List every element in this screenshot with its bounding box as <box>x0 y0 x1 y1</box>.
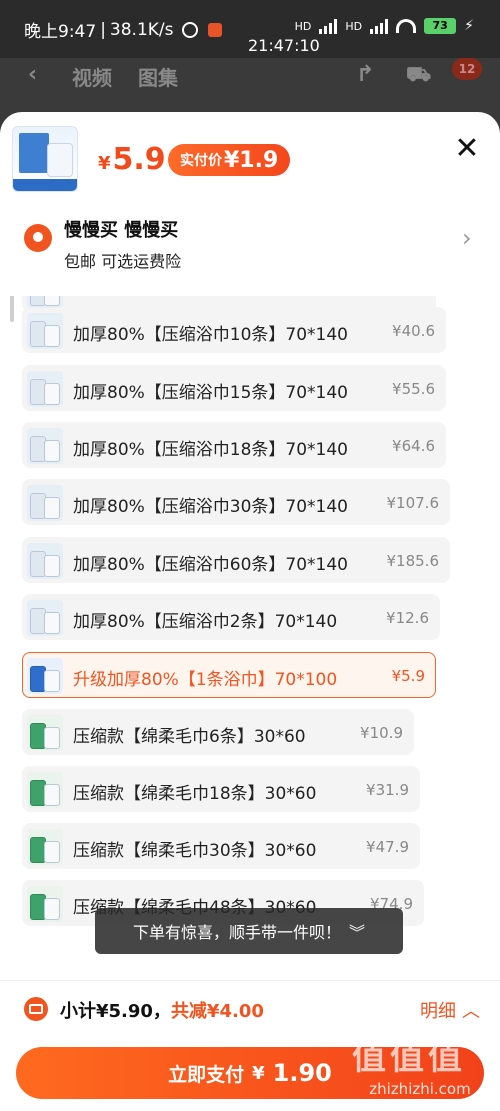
variant-label: 加厚80%【压缩浴巾10条】70*140 <box>73 325 348 345</box>
variant-option-partial[interactable] <box>22 296 436 312</box>
actual-price-label: 实付价 <box>180 153 222 169</box>
subtotal-text: 小计¥5.90， <box>60 1001 171 1022</box>
variant-list[interactable]: 加厚80%【压缩浴巾8条】70*140¥34.6加厚80%【压缩浴巾10条】70… <box>0 296 500 993</box>
alarm-icon <box>181 21 198 38</box>
toast-text: 下单有惊喜，顺手带一件呗！ <box>132 923 341 942</box>
variant-label: 压缩款【绵柔毛巾18条】30*60 <box>73 784 317 804</box>
variant-label: 压缩款【绵柔毛巾30条】30*60 <box>73 841 317 861</box>
actual-price-badge: 实付价 ¥1.9 <box>168 144 291 176</box>
variant-thumbnail-icon <box>27 428 63 464</box>
overlay-time: 21:47:10 <box>248 36 320 55</box>
watermark-logo: 值值值 <box>352 1038 466 1078</box>
variant-price: ¥107.6 <box>386 494 440 512</box>
pay-amount: 1.90 <box>272 1059 332 1087</box>
variant-option[interactable]: 加厚80%【压缩浴巾10条】70*140 ¥40.6 <box>22 307 446 353</box>
location-pin-icon <box>24 224 52 252</box>
detail-label: 明细 <box>420 1001 456 1022</box>
variant-option[interactable]: 加厚80%【压缩浴巾15条】70*140 ¥55.6 <box>22 365 446 411</box>
variant-price: ¥55.6 <box>392 380 435 398</box>
scrollbar[interactable] <box>10 296 14 322</box>
wifi-icon <box>396 19 417 33</box>
detail-toggle[interactable]: 明细 ︿ <box>420 997 480 1023</box>
variant-thumbnail-icon <box>27 772 63 808</box>
variant-label: 压缩款【绵柔毛巾6条】30*60 <box>73 727 306 747</box>
variant-option[interactable]: 压缩款【绵柔毛巾18条】30*60 ¥31.9 <box>22 766 420 812</box>
product-price: ¥ 5.9 <box>98 142 166 177</box>
variant-price: ¥47.9 <box>366 838 409 856</box>
charging-icon: ⚡ <box>464 18 474 34</box>
subtotal: 小计¥5.90，共减¥4.00 <box>60 997 264 1023</box>
price-value: 5.9 <box>112 142 166 177</box>
app-notification-icon <box>207 22 222 37</box>
hd-label-1: HD <box>294 19 312 33</box>
product-thumbnail[interactable] <box>12 126 78 192</box>
signal-icon-2 <box>370 18 389 34</box>
status-bar: 晚上9:47 | 38.1K/s HD HD 73 ⚡ 21:47:10 <box>0 0 500 58</box>
variant-option[interactable]: 加厚80%【压缩浴巾60条】70*140 ¥185.6 <box>22 537 450 583</box>
variant-label: 升级加厚80%【1条浴巾】70*100 <box>73 670 338 690</box>
background-nav: ‹ 视频 图集 ↱ ⛟ 12 <box>0 58 500 118</box>
variant-option[interactable]: 加厚80%【压缩浴巾30条】70*140 ¥107.6 <box>22 479 450 525</box>
double-chevron-down-icon: ︾ <box>349 923 366 942</box>
back-icon: ‹ <box>28 62 38 87</box>
variant-price: ¥5.9 <box>391 667 425 685</box>
variant-thumbnail-icon <box>27 715 63 751</box>
variant-thumbnail-icon <box>27 886 63 922</box>
variant-thumbnail-icon <box>27 371 63 407</box>
sku-sheet: ¥ 5.9 实付价 ¥1.9 ✕ 慢慢买 慢慢买 包邮 可选运费险 › 加厚80… <box>0 112 500 1111</box>
price-currency: ¥ <box>98 153 111 174</box>
variant-option[interactable]: 加厚80%【压缩浴巾2条】70*140 ¥12.6 <box>22 594 440 640</box>
variant-thumbnail-icon <box>27 485 63 521</box>
variant-label: 加厚80%【压缩浴巾2条】70*140 <box>73 612 338 632</box>
status-time: 晚上9:47 <box>24 22 97 42</box>
chevron-up-icon: ︿ <box>462 1001 480 1022</box>
variant-price: ¥10.9 <box>360 724 403 742</box>
variant-thumbnail-icon <box>27 829 63 865</box>
tab-gallery: 图集 <box>138 66 178 90</box>
toast: 下单有惊喜，顺手带一件呗！ ︾ <box>95 908 403 954</box>
hd-label-2: HD <box>345 19 363 33</box>
watermark-text: zhizhizhi.com <box>369 1080 471 1098</box>
signal-icon <box>319 18 338 34</box>
product-roll-image <box>47 143 73 177</box>
variant-price: ¥31.9 <box>366 781 409 799</box>
coupon-icon <box>24 997 48 1021</box>
product-box-image <box>19 133 49 173</box>
address-name: 慢慢买 慢慢买 <box>64 220 179 241</box>
variant-thumbnail-icon <box>27 658 63 694</box>
variant-option[interactable]: 升级加厚80%【1条浴巾】70*100 ¥5.9 <box>22 652 436 698</box>
cart-icon: ⛟ <box>406 62 432 86</box>
tab-video: 视频 <box>72 66 112 90</box>
variant-price: ¥40.6 <box>392 322 435 340</box>
pay-currency: ¥ <box>252 1062 265 1084</box>
actual-price-value: ¥1.9 <box>224 147 279 173</box>
variant-thumbnail-icon <box>27 313 63 349</box>
variant-thumbnail-icon <box>27 543 63 579</box>
variant-option[interactable]: 加厚80%【压缩浴巾18条】70*140 ¥64.6 <box>22 422 446 468</box>
close-icon[interactable]: ✕ <box>452 134 482 164</box>
status-left: 晚上9:47 | 38.1K/s <box>24 17 222 42</box>
cart-badge: 12 <box>452 58 482 80</box>
variant-price: ¥185.6 <box>386 552 440 570</box>
variant-price: ¥12.6 <box>386 609 429 627</box>
variant-option[interactable]: 压缩款【绵柔毛巾6条】30*60 ¥10.9 <box>22 709 414 755</box>
variant-label: 加厚80%【压缩浴巾18条】70*140 <box>73 440 348 460</box>
variant-label: 加厚80%【压缩浴巾15条】70*140 <box>73 383 348 403</box>
variant-label: 加厚80%【压缩浴巾60条】70*140 <box>73 555 348 575</box>
share-icon: ↱ <box>356 62 375 87</box>
pay-now-label: 立即支付 <box>168 1063 245 1086</box>
saved-amount: 共减¥4.00 <box>170 1001 264 1022</box>
chevron-right-icon: › <box>462 224 472 252</box>
variant-thumbnail-icon <box>27 600 63 636</box>
network-speed: 38.1K/s <box>109 19 174 40</box>
variant-option[interactable]: 压缩款【绵柔毛巾30条】30*60 ¥47.9 <box>22 823 420 869</box>
status-right: HD HD 73 ⚡ <box>295 18 474 34</box>
battery-icon: 73 <box>424 18 457 34</box>
address-row[interactable]: 慢慢买 慢慢买 包邮 可选运费险 › <box>0 208 500 296</box>
variant-thumbnail-icon <box>27 296 63 308</box>
shipping-options: 包邮 可选运费险 <box>64 252 182 271</box>
product-strip <box>13 179 77 191</box>
variant-label: 加厚80%【压缩浴巾30条】70*140 <box>73 497 348 517</box>
variant-price: ¥64.6 <box>392 437 435 455</box>
